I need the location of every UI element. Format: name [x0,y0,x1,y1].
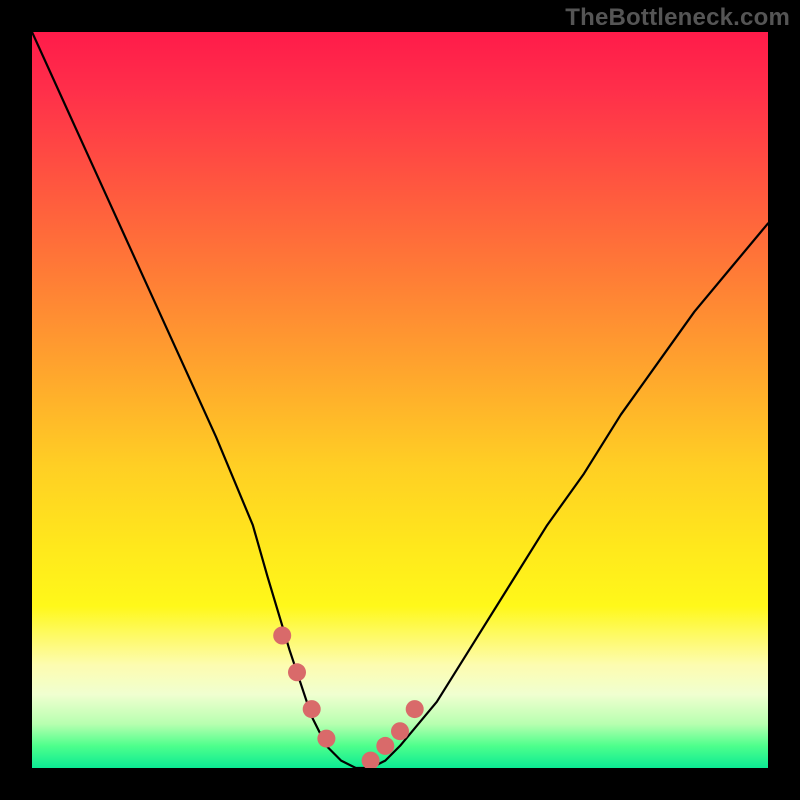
marker-dot [376,737,394,755]
marker-dot [288,663,306,681]
marker-dot [406,700,424,718]
marker-dot [317,730,335,748]
attribution-label: TheBottleneck.com [565,4,790,32]
highlighted-points [273,627,424,769]
marker-dot [303,700,321,718]
chart-frame: TheBottleneck.com [0,0,800,800]
marker-dot [362,752,380,768]
plot-area [32,32,768,768]
curve-svg [32,32,768,768]
marker-dot [391,722,409,740]
bottleneck-curve [32,32,768,768]
marker-dot [273,627,291,645]
